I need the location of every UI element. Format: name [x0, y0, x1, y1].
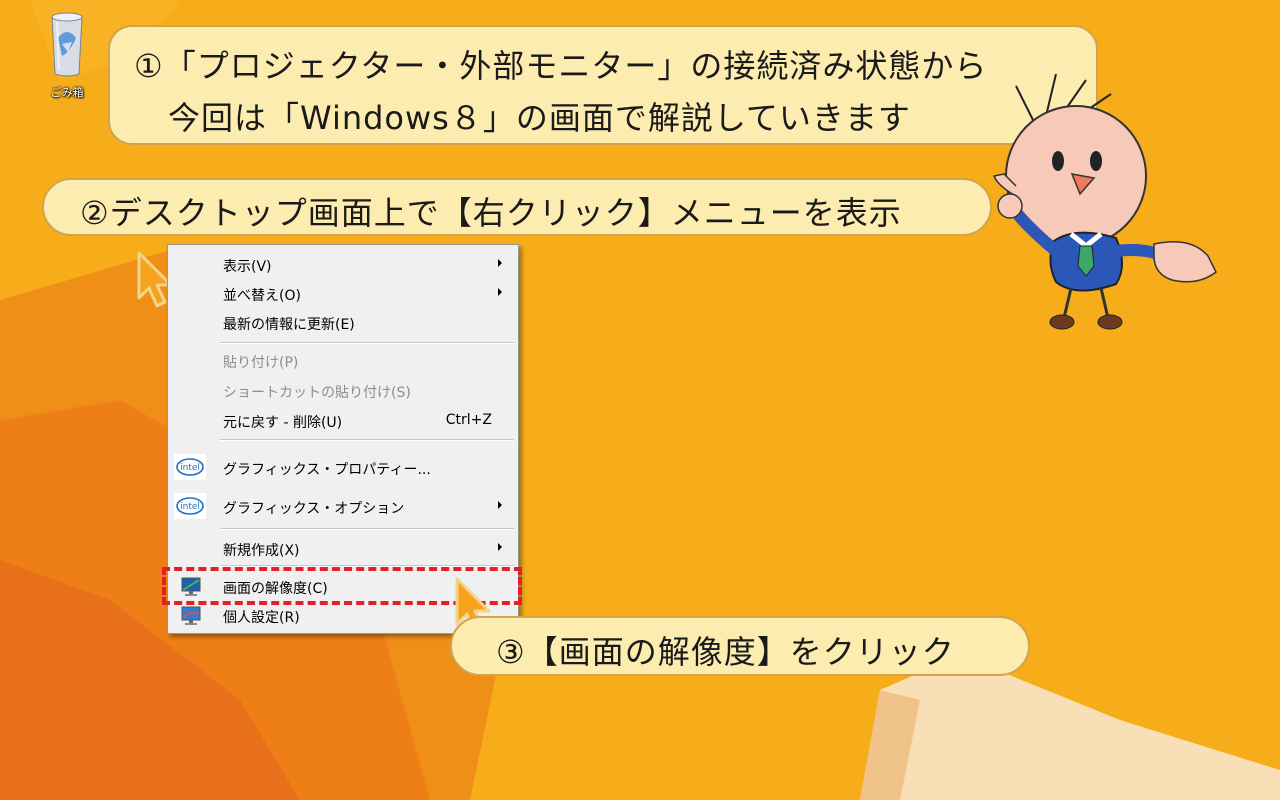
intel-logo-text: intel: [180, 502, 200, 512]
menu-separator: [220, 528, 514, 530]
menu-item-view-label: 表示(V): [223, 259, 272, 275]
personalize-monitor-icon: [181, 606, 201, 625]
menu-item-graphics-options-label: グラフィックス・オプション: [223, 501, 405, 517]
mascot-character: [992, 73, 1217, 330]
menu-item-refresh-label: 最新の情報に更新(E): [223, 317, 355, 333]
recycle-bin-icon: [51, 12, 83, 77]
menu-separator: [220, 342, 514, 344]
menu-item-paste-shortcut-label: ショートカットの貼り付け(S): [223, 385, 411, 401]
menu-item-undo-delete[interactable]: 元に戻す - 削除(U) Ctrl+Z: [168, 406, 518, 436]
menu-item-graphics-properties-label: グラフィックス・プロパティー...: [223, 462, 431, 478]
menu-item-refresh[interactable]: 最新の情報に更新(E): [168, 308, 518, 338]
menu-item-graphics-properties[interactable]: intel グラフィックス・プロパティー...: [168, 451, 518, 483]
menu-separator: [220, 439, 514, 441]
intel-logo-text: intel: [180, 463, 200, 473]
callout-step1-line1: ①「プロジェクター・外部モニター」の接続済み状態から: [134, 47, 988, 85]
menu-item-new-label: 新規作成(X): [223, 543, 300, 559]
callout-step1-line2: 今回は「Windows８」の画面で解説していきます: [168, 99, 911, 137]
intel-logo-icon: intel: [174, 454, 206, 480]
callout-step3: ③【画面の解像度】をクリック: [450, 616, 1030, 676]
submenu-arrow-icon: [498, 259, 502, 267]
menu-item-personalize-label: 個人設定(R): [223, 610, 300, 626]
intel-logo-icon: intel: [174, 493, 206, 519]
callout-step3-text: ③【画面の解像度】をクリック: [496, 633, 955, 671]
callout-step2: ②デスクトップ画面上で【右クリック】メニューを表示: [42, 178, 992, 236]
menu-item-view[interactable]: 表示(V): [168, 250, 518, 280]
submenu-arrow-icon: [498, 543, 502, 551]
desktop[interactable]: ごみ箱 ①「プロジェクター・外部モニター」の接続済み状態から 今回は「Windo…: [0, 0, 1280, 800]
menu-item-new[interactable]: 新規作成(X): [168, 534, 518, 564]
recycle-bin[interactable]: ごみ箱: [40, 8, 94, 100]
submenu-arrow-icon: [498, 501, 502, 509]
callout-step2-text: ②デスクトップ画面上で【右クリック】メニューを表示: [80, 194, 902, 232]
menu-item-paste-shortcut[interactable]: ショートカットの貼り付け(S): [168, 376, 518, 406]
recycle-bin-label: ごみ箱: [50, 86, 84, 99]
submenu-arrow-icon: [498, 288, 502, 296]
menu-item-undo-shortcut: Ctrl+Z: [445, 412, 492, 428]
menu-item-undo-delete-label: 元に戻す - 削除(U): [223, 415, 343, 431]
menu-item-graphics-options[interactable]: intel グラフィックス・オプション: [168, 490, 518, 522]
menu-item-sort-by-label: 並べ替え(O): [223, 288, 301, 304]
menu-item-sort-by[interactable]: 並べ替え(O): [168, 279, 518, 309]
menu-item-paste-label: 貼り付け(P): [223, 355, 299, 371]
menu-item-paste[interactable]: 貼り付け(P): [168, 346, 518, 376]
callout-step1: ①「プロジェクター・外部モニター」の接続済み状態から 今回は「Windows８」…: [108, 25, 1098, 145]
